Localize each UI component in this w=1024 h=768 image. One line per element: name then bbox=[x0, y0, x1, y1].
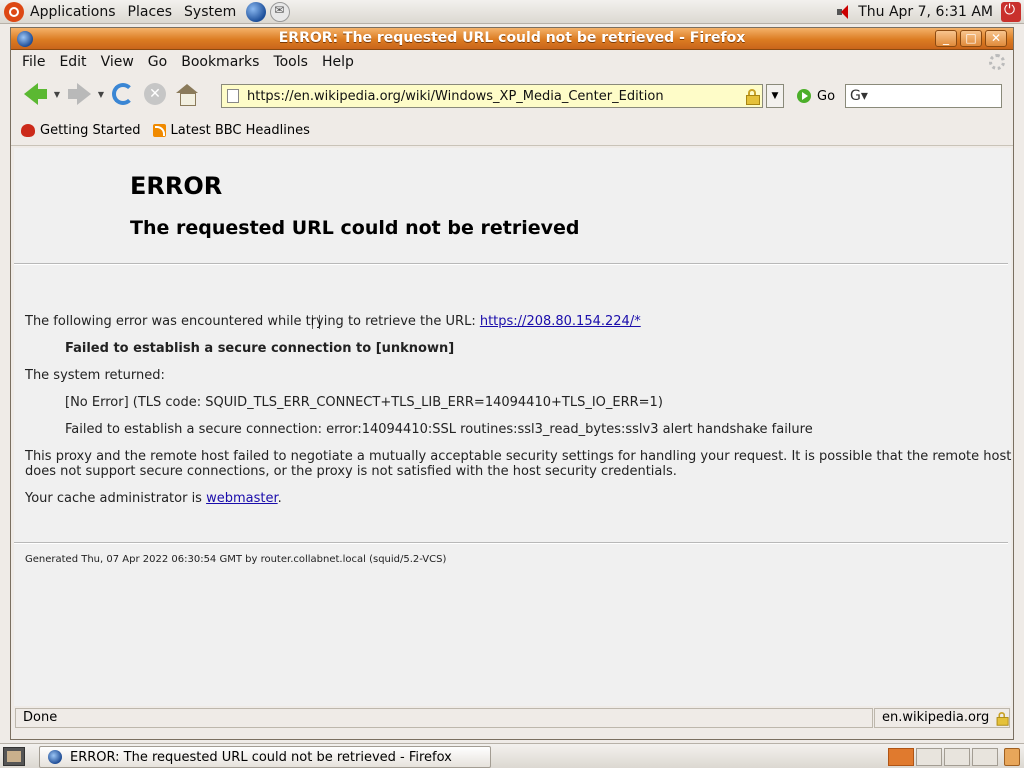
bookmark-getting-started[interactable]: Getting Started bbox=[21, 123, 141, 138]
url-history-dropdown[interactable]: ▼ bbox=[766, 84, 784, 108]
bookmark-label: Getting Started bbox=[40, 123, 141, 138]
forward-history-dropdown[interactable]: ▼ bbox=[95, 90, 107, 99]
admin-prefix: Your cache administrator is bbox=[25, 491, 207, 506]
places-menu[interactable]: Places bbox=[122, 4, 179, 20]
reload-button[interactable] bbox=[107, 79, 139, 109]
applications-menu[interactable]: Applications bbox=[24, 4, 122, 20]
power-icon[interactable] bbox=[1001, 2, 1021, 22]
minimize-button[interactable]: _ bbox=[935, 30, 957, 47]
task-label: ERROR: The requested URL could not be re… bbox=[70, 749, 452, 765]
rss-icon bbox=[152, 124, 166, 137]
firefox-icon bbox=[48, 750, 62, 764]
clock[interactable]: Thu Apr 7, 6:31 AM bbox=[858, 4, 993, 20]
workspace-1[interactable] bbox=[888, 748, 914, 766]
status-lock-icon[interactable] bbox=[996, 712, 1009, 726]
mail-launcher-icon[interactable] bbox=[270, 1, 291, 22]
back-button[interactable] bbox=[19, 79, 51, 109]
volume-icon[interactable] bbox=[836, 4, 854, 20]
admin-suffix: . bbox=[277, 491, 282, 506]
ssl-error: Failed to establish a secure connection:… bbox=[65, 422, 813, 437]
intro-text: The following error was encountered whil… bbox=[25, 314, 480, 329]
page-title: ERROR bbox=[130, 172, 223, 200]
page-icon bbox=[227, 89, 239, 103]
error-detail: Failed to establish a secure connection … bbox=[65, 341, 455, 356]
home-icon bbox=[176, 84, 198, 106]
page-content: ERROR The requested URL could not be ret… bbox=[14, 148, 1011, 706]
status-text: Done bbox=[15, 708, 873, 728]
workspace-3[interactable] bbox=[944, 748, 970, 766]
close-button[interactable]: ✕ bbox=[985, 30, 1007, 47]
window-title: ERROR: The requested URL could not be re… bbox=[278, 30, 746, 46]
text-cursor-icon bbox=[312, 315, 320, 329]
bookmark-label: Latest BBC Headlines bbox=[170, 123, 310, 138]
webmaster-link[interactable]: webmaster bbox=[206, 491, 278, 506]
menu-view[interactable]: View bbox=[94, 54, 141, 70]
window-controls: _ □ ✕ bbox=[935, 30, 1007, 47]
back-history-dropdown[interactable]: ▼ bbox=[51, 90, 63, 99]
forward-button[interactable] bbox=[63, 79, 95, 109]
lock-icon[interactable] bbox=[745, 89, 760, 105]
proxy-explanation-line2: does not support secure connections, or … bbox=[25, 464, 677, 479]
url-input[interactable]: https://en.wikipedia.org/wiki/Windows_XP… bbox=[247, 89, 745, 104]
page-subtitle: The requested URL could not be retrieved bbox=[130, 217, 580, 239]
ubuntu-logo-icon[interactable] bbox=[4, 1, 24, 22]
reload-icon bbox=[112, 83, 134, 105]
firefox-bookmark-icon bbox=[21, 124, 35, 137]
divider-top bbox=[14, 263, 1008, 265]
panel-menus: Applications Places System bbox=[0, 0, 291, 24]
taskbar-firefox-task[interactable]: ERROR: The requested URL could not be re… bbox=[39, 746, 491, 768]
workspace-2[interactable] bbox=[916, 748, 942, 766]
firefox-window: ERROR: The requested URL could not be re… bbox=[10, 27, 1014, 740]
go-button[interactable]: Go bbox=[797, 86, 835, 106]
throbber-icon bbox=[989, 54, 1005, 70]
system-menu[interactable]: System bbox=[178, 4, 242, 20]
bottom-panel: ERROR: The requested URL could not be re… bbox=[0, 743, 1024, 768]
tls-code: [No Error] (TLS code: SQUID_TLS_ERR_CONN… bbox=[65, 395, 663, 410]
menu-file[interactable]: File bbox=[15, 54, 52, 70]
menu-go[interactable]: Go bbox=[141, 54, 174, 70]
forward-arrow-icon bbox=[76, 83, 91, 105]
panel-right: Thu Apr 7, 6:31 AM bbox=[836, 0, 1024, 24]
titlebar[interactable]: ERROR: The requested URL could not be re… bbox=[11, 28, 1013, 50]
stop-button[interactable]: ✕ bbox=[139, 79, 171, 109]
workspace-4[interactable] bbox=[972, 748, 998, 766]
menu-bookmarks[interactable]: Bookmarks bbox=[174, 54, 266, 70]
intro-line: The following error was encountered whil… bbox=[25, 314, 641, 329]
status-domain[interactable]: en.wikipedia.org bbox=[874, 708, 1010, 728]
url-bar[interactable]: https://en.wikipedia.org/wiki/Windows_XP… bbox=[221, 84, 763, 108]
search-engine-icon[interactable]: G▾ bbox=[850, 88, 868, 104]
menubar: File Edit View Go Bookmarks Tools Help bbox=[11, 50, 1013, 74]
firefox-launcher-icon[interactable] bbox=[246, 1, 267, 22]
back-arrow-icon bbox=[23, 83, 38, 105]
menu-edit[interactable]: Edit bbox=[52, 54, 93, 70]
search-input[interactable]: G▾ bbox=[845, 84, 1002, 108]
bookmarks-toolbar: Getting Started Latest BBC Headlines bbox=[11, 116, 1013, 146]
maximize-button[interactable]: □ bbox=[960, 30, 982, 47]
proxy-explanation-line1: This proxy and the remote host failed to… bbox=[25, 449, 1012, 464]
home-button[interactable] bbox=[171, 79, 203, 109]
admin-line: Your cache administrator is webmaster. bbox=[25, 491, 282, 506]
trash-icon[interactable] bbox=[1004, 748, 1020, 766]
menu-help[interactable]: Help bbox=[315, 54, 361, 70]
status-domain-label: en.wikipedia.org bbox=[882, 710, 990, 725]
show-desktop-icon[interactable] bbox=[3, 747, 25, 766]
stop-icon: ✕ bbox=[144, 83, 166, 105]
menu-tools[interactable]: Tools bbox=[266, 54, 315, 70]
go-label: Go bbox=[817, 88, 836, 104]
go-arrow-icon bbox=[797, 89, 811, 103]
bookmark-bbc-headlines[interactable]: Latest BBC Headlines bbox=[152, 123, 310, 138]
generated-footer: Generated Thu, 07 Apr 2022 06:30:54 GMT … bbox=[25, 554, 447, 565]
status-bar: Done en.wikipedia.org bbox=[11, 706, 1013, 730]
top-panel: Applications Places System Thu Apr 7, 6:… bbox=[0, 0, 1024, 24]
system-returned-label: The system returned: bbox=[25, 368, 165, 383]
divider-bottom bbox=[14, 542, 1008, 544]
retrieved-url-link[interactable]: https://208.80.154.224/* bbox=[480, 314, 641, 329]
